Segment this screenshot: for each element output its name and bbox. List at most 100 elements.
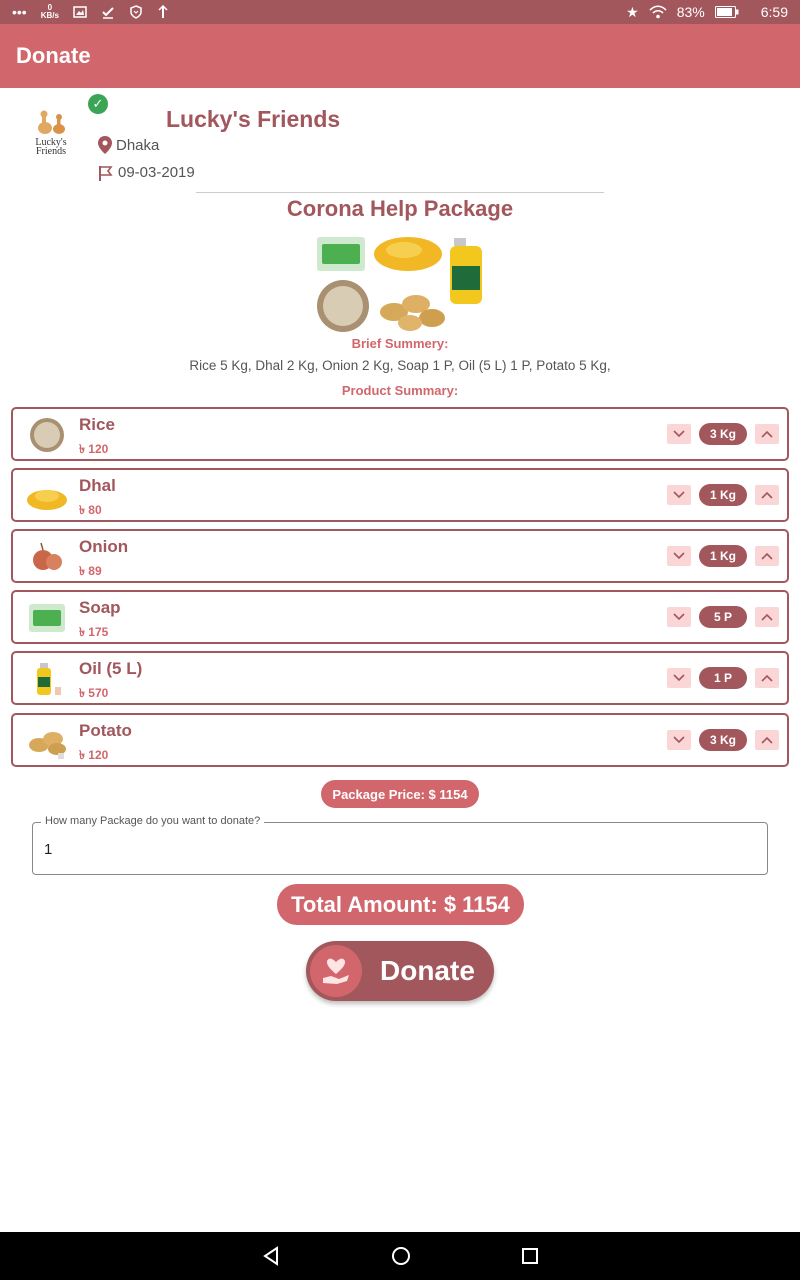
clock: 6:59: [760, 4, 788, 20]
increase-button[interactable]: [755, 424, 779, 444]
onion-image: [33, 542, 62, 570]
location-pin-icon: [98, 136, 112, 154]
quantity-stepper: 1 Kg: [667, 484, 779, 506]
product-price: ৳ 175: [79, 625, 109, 639]
org-date: 09-03-2019: [98, 164, 195, 181]
divider: [196, 192, 604, 193]
wifi-icon: [649, 5, 667, 19]
chevron-down-icon: [673, 552, 685, 560]
app-bar: Donate: [0, 24, 800, 88]
quantity-stepper: 5 P: [667, 606, 779, 628]
download-done-icon: [102, 7, 114, 19]
home-icon[interactable]: [391, 1246, 411, 1266]
product-price: ৳ 120: [79, 748, 109, 762]
dhal-image: [27, 490, 67, 510]
decrease-button[interactable]: [667, 730, 691, 750]
org-date-text: 09-03-2019: [118, 164, 195, 181]
package-images: [317, 237, 482, 332]
page-title: Donate: [16, 43, 91, 68]
system-nav-bar: [0, 1232, 800, 1280]
donation-content: Lucky's Friends ✓ Lucky's Friends Dhaka …: [0, 88, 800, 1232]
potato-image: [29, 732, 66, 759]
package-count-field: How many Package do you want to donate?: [32, 815, 768, 875]
more-icon: •••: [12, 4, 27, 20]
battery-icon: [714, 6, 739, 18]
product-item-soap: Soap ৳ 175 5 P: [11, 590, 789, 644]
brief-summary-label: Brief Summery:: [351, 336, 449, 351]
chevron-down-icon: [673, 491, 685, 499]
back-icon[interactable]: [261, 1246, 281, 1266]
product-price: ৳ 120: [79, 442, 109, 456]
increase-button[interactable]: [755, 730, 779, 750]
increase-button[interactable]: [755, 485, 779, 505]
heart-hand-icon: [310, 945, 362, 997]
product-name: Soap: [79, 598, 121, 617]
org-location: Dhaka: [98, 136, 159, 154]
network-speed: 0 KB/s: [41, 4, 59, 20]
org-logo: Lucky's Friends: [26, 108, 76, 168]
product-item-rice: Rice ৳ 120 3 Kg: [11, 407, 789, 461]
donate-button-label: Donate: [380, 955, 475, 986]
quantity-stepper: 3 Kg: [667, 729, 779, 751]
chevron-down-icon: [673, 430, 685, 438]
chevron-up-icon: [761, 552, 773, 560]
decrease-button[interactable]: [667, 424, 691, 444]
product-item-dhal: Dhal ৳ 80 1 Kg: [11, 468, 789, 522]
verified-check-icon: ✓: [88, 94, 108, 114]
chevron-up-icon: [761, 491, 773, 499]
product-price: ৳ 89: [79, 564, 102, 578]
product-item-onion: Onion ৳ 89 1 Kg: [11, 529, 789, 583]
package-price-badge: Package Price: $ 1154: [321, 780, 479, 808]
donate-button[interactable]: Donate: [306, 941, 494, 1001]
total-amount-badge: Total Amount: $ 1154: [277, 884, 524, 925]
quantity-stepper: 1 P: [667, 667, 779, 689]
chevron-up-icon: [761, 674, 773, 682]
product-name: Potato: [79, 721, 132, 740]
data-arrow-icon: [158, 5, 168, 18]
network-speed-unit: KB/s: [40, 11, 59, 20]
package-count-label: How many Package do you want to donate?: [41, 815, 265, 827]
package-title: Corona Help Package: [286, 196, 514, 221]
image-icon: [73, 6, 87, 18]
shield-icon: [130, 5, 142, 19]
product-item-oil: Oil (5 L) ৳ 570 1 P: [11, 651, 789, 705]
product-name: Onion: [79, 537, 129, 556]
product-name: Oil (5 L): [79, 659, 143, 678]
oil-image: [37, 663, 61, 695]
recents-icon[interactable]: [521, 1247, 539, 1265]
flag-icon: [99, 165, 113, 181]
chevron-down-icon: [673, 613, 685, 621]
rice-image: [30, 418, 64, 452]
quantity-badge: 1 Kg: [699, 484, 747, 506]
alpaca-logo-icon: [38, 110, 65, 134]
quantity-badge: 1 P: [699, 667, 747, 689]
product-item-potato: Potato ৳ 120 3 Kg: [11, 713, 789, 767]
decrease-button[interactable]: [667, 607, 691, 627]
increase-button[interactable]: [755, 668, 779, 688]
quantity-badge: 1 Kg: [699, 545, 747, 567]
increase-button[interactable]: [755, 607, 779, 627]
chevron-down-icon: [673, 674, 685, 682]
quantity-badge: 3 Kg: [699, 729, 747, 751]
org-logo-text: Lucky's Friends: [35, 137, 67, 157]
package-count-input[interactable]: [44, 837, 744, 861]
soap-image: [29, 604, 65, 632]
battery-percent: 83%: [676, 4, 705, 20]
chevron-up-icon: [761, 613, 773, 621]
product-name: Rice: [79, 415, 115, 434]
chevron-up-icon: [761, 736, 773, 744]
quantity-stepper: 3 Kg: [667, 423, 779, 445]
star-icon: ★: [626, 3, 639, 20]
product-summary-label: Product Summary:: [341, 383, 459, 398]
product-price: ৳ 80: [79, 503, 102, 517]
status-bar: ••• 0 KB/s ★ 83% 6:59: [0, 0, 800, 24]
org-location-text: Dhaka: [116, 136, 160, 154]
product-price: ৳ 570: [79, 686, 109, 700]
decrease-button[interactable]: [667, 546, 691, 566]
chevron-down-icon: [673, 736, 685, 744]
brief-summary-text: Rice 5 Kg, Dhal 2 Kg, Onion 2 Kg, Soap 1…: [189, 358, 611, 373]
increase-button[interactable]: [755, 546, 779, 566]
decrease-button[interactable]: [667, 668, 691, 688]
quantity-badge: 5 P: [699, 606, 747, 628]
decrease-button[interactable]: [667, 485, 691, 505]
